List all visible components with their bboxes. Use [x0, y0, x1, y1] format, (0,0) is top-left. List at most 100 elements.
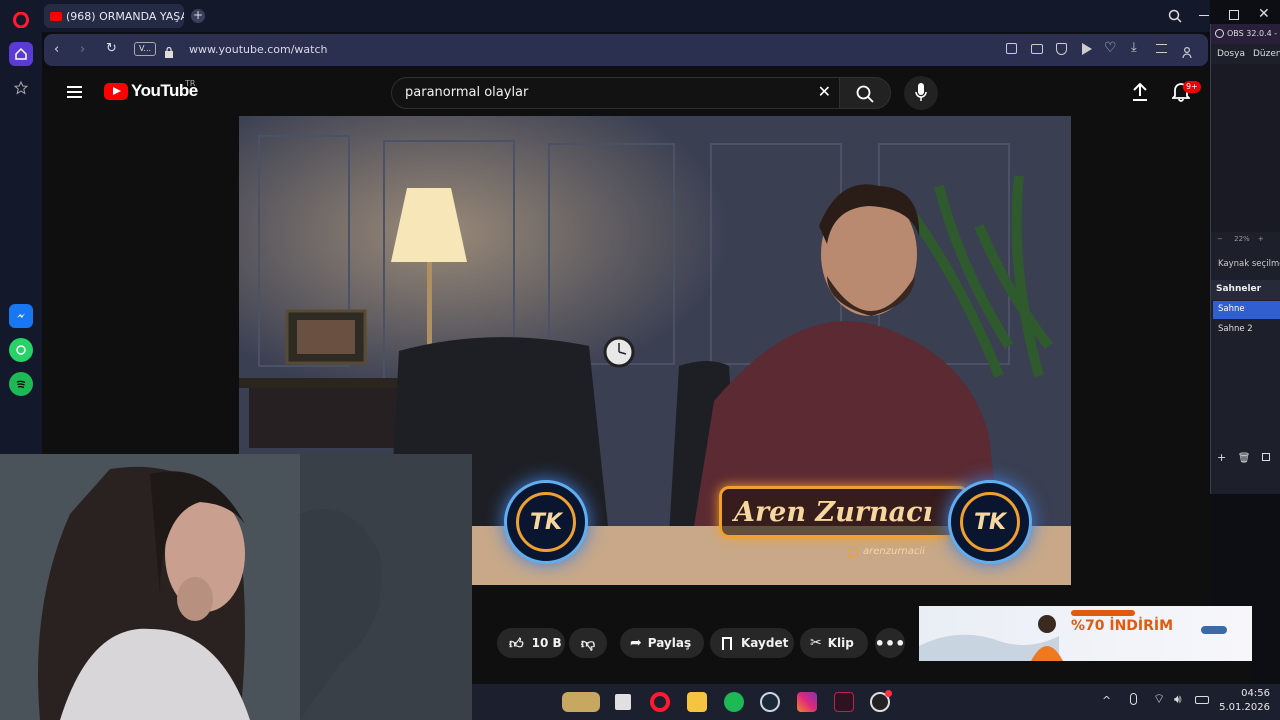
lower-third-name: Aren Zurnacı: [734, 497, 933, 528]
battery-icon[interactable]: [1195, 696, 1209, 704]
microphone-tray-icon[interactable]: [1130, 693, 1137, 705]
dislike-button[interactable]: 👎︎: [569, 628, 607, 658]
add-scene-icon[interactable]: +: [1217, 451, 1226, 464]
tk-badge-left: TK: [504, 480, 588, 564]
search-input[interactable]: paranormal olaylar ✕: [391, 77, 840, 109]
obs-recording-dot: [885, 690, 892, 697]
url-text[interactable]: www.youtube.com/watch: [189, 43, 328, 56]
minimize-button[interactable]: [1199, 15, 1209, 16]
wifi-icon[interactable]: ⌔: [1153, 691, 1165, 707]
obs-scene-item[interactable]: Sahne 2: [1213, 321, 1280, 339]
youtube-logo[interactable]: YouTube TR: [104, 79, 198, 101]
camera-icon[interactable]: [1031, 44, 1043, 54]
clear-search-icon[interactable]: ✕: [818, 82, 831, 101]
zoom-out-icon[interactable]: −: [1217, 235, 1223, 243]
voice-search-button[interactable]: [904, 76, 938, 110]
webcam-overlay: [0, 454, 472, 720]
scene-filter-icon[interactable]: [1261, 453, 1270, 461]
ad-banner[interactable]: %70 İNDİRİM: [919, 606, 1252, 661]
download-icon[interactable]: ⤓: [1131, 40, 1137, 55]
trash-icon[interactable]: 🗑︎: [1238, 453, 1251, 464]
search-tabs-icon[interactable]: [1168, 8, 1182, 27]
ad-logo: [1201, 626, 1227, 634]
profile-icon[interactable]: [1182, 43, 1192, 59]
more-actions-button[interactable]: •••: [875, 628, 905, 658]
file-explorer-icon[interactable]: [687, 692, 707, 712]
obs-scene-toolbar: + 🗑︎: [1211, 451, 1280, 467]
messenger-icon[interactable]: [9, 304, 33, 328]
steam-icon[interactable]: [760, 692, 780, 712]
save-button[interactable]: Kaydet: [710, 628, 794, 658]
heart-icon[interactable]: ♡: [1104, 40, 1117, 56]
obs-title: OBS 32.0.4 - P: [1227, 29, 1280, 38]
notification-count-badge: 9+: [1183, 81, 1201, 93]
close-window-button[interactable]: ✕: [1258, 6, 1270, 22]
webcam-scene: [0, 454, 472, 720]
obs-window: OBS 32.0.4 - P Dosya Düzenl − 22% + Kayn…: [1210, 24, 1280, 494]
tk-badge-right: TK: [948, 480, 1032, 564]
share-button[interactable]: ➦ Paylaş: [620, 628, 704, 658]
whatsapp-icon[interactable]: [9, 338, 33, 362]
upload-icon[interactable]: [1132, 82, 1148, 105]
forward-icon[interactable]: ›: [80, 42, 85, 57]
share-label: Paylaş: [647, 636, 692, 650]
youtube-play-icon: [104, 82, 128, 100]
tray-expand-icon[interactable]: ^: [1102, 694, 1111, 707]
volume-icon[interactable]: 🔊︎: [1174, 692, 1182, 707]
new-tab-button[interactable]: +: [191, 9, 205, 23]
widgets-icon[interactable]: [562, 692, 600, 712]
taskbar: ^ ⌔ 🔊︎ 04:56 5.01.2026: [472, 684, 1280, 720]
clock-time: 04:56: [1241, 688, 1270, 699]
thumbs-down-icon: 👎︎: [580, 635, 596, 652]
opera-logo-icon[interactable]: [9, 8, 33, 32]
ad-headline: %70 İNDİRİM: [1071, 618, 1174, 634]
obs-zoom-bar: − 22% +: [1211, 235, 1280, 247]
home-icon[interactable]: [9, 42, 33, 66]
shield-icon[interactable]: [1056, 43, 1067, 55]
clip-button[interactable]: ✂ Klip: [800, 628, 868, 658]
tab-title: (968) ORMANDA YAŞANA: [66, 9, 184, 23]
obs-logo-icon: [1215, 29, 1224, 38]
play-icon[interactable]: [1082, 43, 1092, 55]
clock[interactable]: 04:56 5.01.2026: [1219, 687, 1270, 715]
clip-label: Klip: [827, 636, 854, 650]
bookmark-icon: [722, 636, 732, 650]
restore-button[interactable]: [1229, 10, 1239, 20]
obs-source-hint: Kaynak seçilme: [1218, 259, 1280, 269]
star-icon[interactable]: [9, 76, 33, 100]
hamburger-menu-icon[interactable]: [67, 86, 82, 98]
search-query: paranormal olaylar: [405, 85, 529, 100]
tab-bar: (968) ORMANDA YAŞANA +: [42, 0, 1210, 32]
zoom-level: 22%: [1234, 235, 1250, 243]
tab-youtube[interactable]: (968) ORMANDA YAŞANA: [44, 4, 184, 28]
address-bar: ‹ › ↻ V... www.youtube.com/watch ♡ ⤓: [44, 34, 1208, 66]
edit-icon[interactable]: [1006, 43, 1017, 54]
search-button[interactable]: [839, 77, 891, 109]
reload-icon[interactable]: ↻: [106, 41, 117, 56]
obs-preview: [1211, 64, 1280, 232]
instagram-taskbar-icon[interactable]: [797, 692, 817, 712]
task-view-icon[interactable]: [615, 694, 631, 710]
youtube-header: YouTube TR paranormal olaylar ✕ 9+: [42, 68, 1210, 116]
microphone-icon: [915, 83, 927, 101]
obs-scene-item[interactable]: Sahne: [1213, 301, 1280, 319]
youtube-favicon-icon: [50, 11, 62, 21]
lower-third-handle: arenzurnacii: [863, 546, 925, 557]
like-count: 10 B: [531, 636, 562, 650]
search-icon: [856, 85, 874, 103]
menu-lines-icon[interactable]: [1156, 44, 1167, 53]
obs-menu-edit[interactable]: Düzenl: [1253, 49, 1280, 59]
back-icon[interactable]: ‹: [54, 42, 59, 57]
thumbs-up-icon: 👍︎: [509, 635, 524, 652]
like-button[interactable]: 👍︎ 10 B: [497, 628, 565, 658]
spotify-taskbar-icon[interactable]: [724, 692, 744, 712]
app-taskbar-icon[interactable]: [834, 692, 854, 712]
scissors-icon: ✂: [810, 635, 822, 651]
spotify-icon[interactable]: [9, 372, 33, 396]
opera-taskbar-icon[interactable]: [650, 692, 670, 712]
country-code: TR: [185, 79, 196, 88]
share-arrow-icon: ➦: [630, 635, 642, 651]
obs-menu-file[interactable]: Dosya: [1217, 49, 1245, 59]
address-badge[interactable]: V...: [134, 42, 156, 56]
zoom-in-icon[interactable]: +: [1258, 235, 1264, 243]
